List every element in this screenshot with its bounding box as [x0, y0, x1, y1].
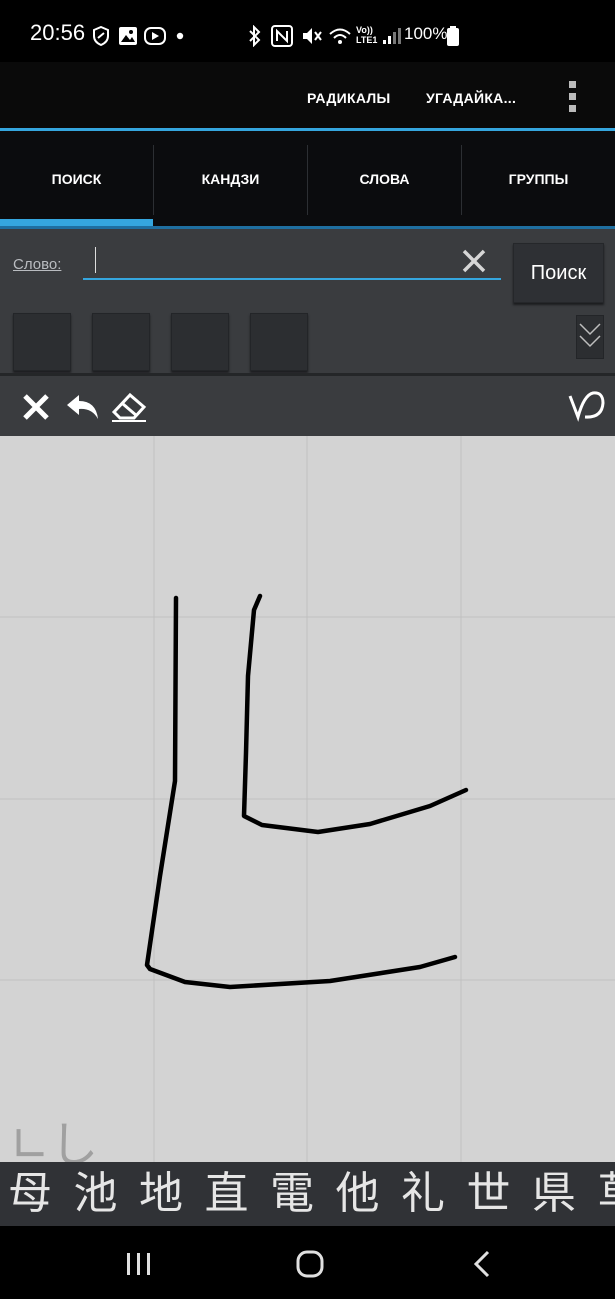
tab-groups[interactable]: ГРУППЫ: [462, 131, 615, 226]
candidate-kanji[interactable]: 池: [74, 1162, 140, 1226]
signal-icon: [383, 28, 401, 44]
drawing-canvas[interactable]: [0, 436, 615, 1162]
gallery-icon: [119, 27, 137, 45]
radical-slot[interactable]: [92, 313, 150, 371]
battery-icon: [447, 26, 459, 46]
canvas-grid: [0, 436, 615, 1162]
nfc-icon: [271, 25, 293, 47]
text-cursor: [95, 247, 96, 273]
candidate-kanji[interactable]: 電: [270, 1162, 336, 1226]
battery-percent: 100%: [404, 24, 448, 43]
radical-slot[interactable]: [171, 313, 229, 371]
close-icon[interactable]: [458, 245, 490, 277]
radical-slot[interactable]: [13, 313, 71, 371]
candidate-kanji[interactable]: 草: [598, 1162, 615, 1226]
tab-selected-indicator: [0, 219, 153, 226]
menu-radicals[interactable]: РАДИКАЛЫ: [307, 90, 391, 106]
status-time: 20:56: [30, 20, 86, 45]
word-label: Слово:: [13, 256, 62, 273]
undo-icon[interactable]: [65, 392, 101, 422]
menu-guess[interactable]: УГАДАЙКА...: [426, 90, 516, 106]
back-icon[interactable]: [470, 1249, 494, 1279]
candidate-kanji[interactable]: 世: [467, 1162, 533, 1226]
tab-kanji[interactable]: КАНДЗИ: [154, 131, 307, 226]
youtube-icon: [144, 27, 166, 45]
wifi-calling-icon: [329, 28, 351, 44]
volte-label: Vo)): [356, 25, 373, 35]
eraser-icon[interactable]: [110, 390, 150, 424]
overflow-menu-icon[interactable]: [563, 79, 583, 115]
chevron-double-down-icon: [579, 323, 601, 348]
home-icon[interactable]: [295, 1249, 325, 1279]
security-icon: [93, 26, 109, 46]
candidate-kanji[interactable]: 他: [336, 1162, 402, 1226]
tab-words[interactable]: СЛОВА: [308, 131, 461, 226]
candidate-kanji[interactable]: 地: [139, 1162, 205, 1226]
recent-apps-icon[interactable]: [124, 1250, 154, 1278]
candidate-kanji[interactable]: 直: [205, 1162, 271, 1226]
candidate-kanji[interactable]: 県: [532, 1162, 598, 1226]
volte-indicator: Vo)) LTE1: [356, 25, 377, 45]
notification-dot-icon: [176, 32, 184, 40]
tab-search[interactable]: ПОИСК: [0, 131, 153, 226]
lte-label: LTE1: [356, 35, 378, 45]
candidate-strip[interactable]: 母池地直電他礼世県草: [0, 1162, 615, 1226]
bluetooth-icon: [249, 25, 261, 47]
candidate-kanji[interactable]: 母: [0, 1162, 74, 1226]
mute-icon: [303, 28, 322, 44]
search-button[interactable]: Поиск: [513, 243, 604, 303]
radical-slot[interactable]: [250, 313, 308, 371]
candidate-kanji[interactable]: 礼: [401, 1162, 467, 1226]
expand-button[interactable]: [576, 315, 604, 359]
stroke-order-icon[interactable]: [567, 386, 605, 426]
word-search-input[interactable]: [83, 244, 501, 280]
close-icon[interactable]: [21, 392, 51, 422]
